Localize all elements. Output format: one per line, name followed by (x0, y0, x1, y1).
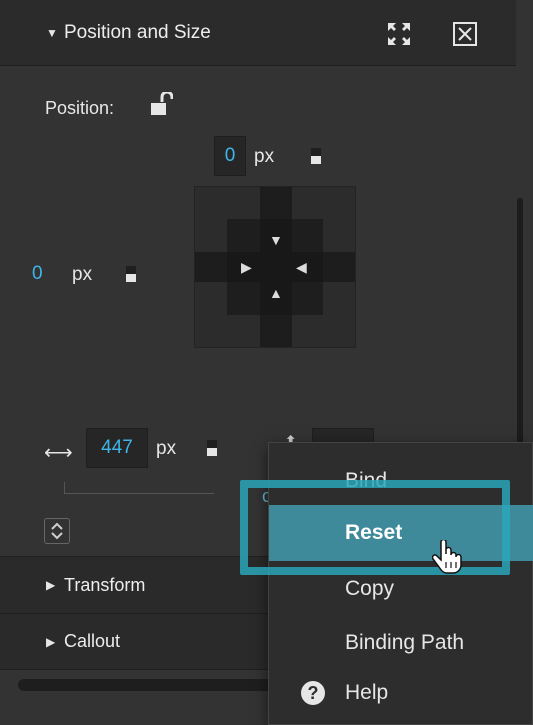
menu-item-binding-path[interactable]: Binding Path (269, 615, 533, 671)
width-arrows-icon: ⟷ (44, 442, 73, 464)
arrow-right-icon: ▶ (241, 259, 252, 275)
width-input[interactable]: 447 (86, 428, 148, 468)
question-circle-icon: ? (301, 681, 325, 705)
width-bracket (64, 482, 214, 494)
left-offset-toggle[interactable] (126, 266, 136, 282)
position-label: Position: (45, 98, 115, 118)
alignment-grid[interactable]: ▼ ▶ ◀ ▲ (194, 186, 356, 348)
position-size-title: Position and Size (64, 21, 211, 43)
close-box-icon[interactable] (450, 19, 480, 49)
width-unit: px (156, 438, 177, 459)
arrow-down-icon: ▼ (269, 232, 283, 248)
triangle-right-icon: ▶ (46, 634, 56, 649)
transform-title: Transform (64, 574, 146, 595)
left-offset-unit: px (72, 264, 93, 285)
hand-pointer-icon (431, 538, 462, 579)
horizontal-scrollbar[interactable] (18, 679, 278, 691)
arrow-up-icon: ▲ (269, 285, 283, 301)
menu-item-label: Help (345, 681, 389, 704)
expand-arrows-icon[interactable] (384, 19, 414, 49)
left-offset-input[interactable]: 0 (32, 254, 58, 294)
unlocked-padlock-icon[interactable] (151, 90, 174, 121)
top-offset-toggle[interactable] (311, 148, 321, 164)
focus-highlight (240, 480, 510, 575)
menu-item-label: Copy (345, 577, 395, 600)
position-size-header[interactable]: ▼ Position and Size (0, 0, 516, 66)
menu-item-help[interactable]: ? Help (269, 665, 533, 721)
height-input[interactable] (312, 428, 374, 442)
triangle-down-icon: ▼ (46, 25, 58, 40)
width-toggle[interactable] (207, 440, 217, 456)
callout-title: Callout (64, 631, 121, 651)
top-offset-unit: px (254, 146, 275, 167)
arrow-left-icon: ◀ (296, 259, 307, 275)
top-offset-input[interactable]: 0 (214, 136, 246, 176)
spinner-toggle-icon[interactable] (44, 518, 70, 544)
menu-item-label: Binding Path (345, 631, 465, 654)
triangle-right-icon: ▶ (46, 578, 56, 592)
